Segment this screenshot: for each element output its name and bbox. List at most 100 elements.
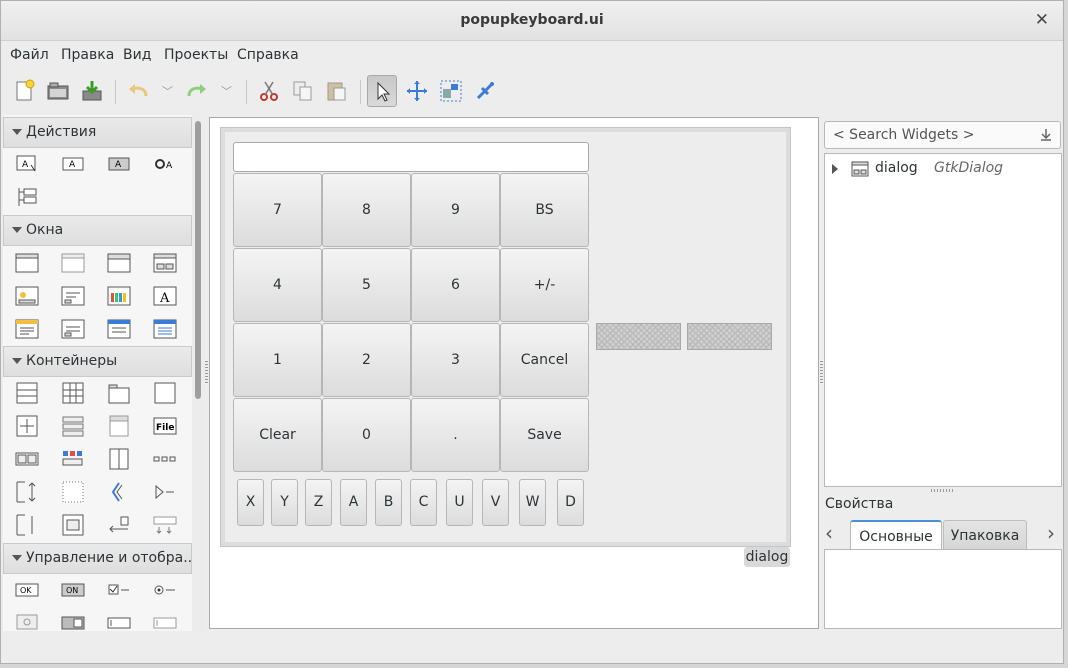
tab-packing[interactable]: Упаковка: [943, 520, 1027, 550]
switch-icon[interactable]: [61, 612, 85, 631]
letter-key-a[interactable]: A: [340, 479, 367, 526]
pin-icon[interactable]: [470, 75, 500, 107]
letter-key-u[interactable]: U: [446, 479, 473, 526]
key-6[interactable]: 6: [411, 248, 500, 322]
box-icon[interactable]: [15, 382, 39, 404]
key-8[interactable]: 8: [322, 173, 411, 247]
key-4[interactable]: 4: [233, 248, 322, 322]
message-dialog-icon[interactable]: [15, 285, 39, 307]
key-backspace[interactable]: BS: [500, 173, 589, 247]
notebook-icon[interactable]: [107, 382, 131, 404]
offscreen-window-icon[interactable]: [61, 252, 85, 274]
menu-view[interactable]: Вид: [123, 47, 151, 63]
expander-widget-icon[interactable]: [153, 448, 177, 470]
pointer-icon[interactable]: [367, 75, 397, 107]
undo-dropdown-icon[interactable]: ﹀: [162, 83, 173, 99]
menu-file[interactable]: Файл: [10, 47, 49, 63]
menu-help[interactable]: Справка: [237, 47, 299, 63]
redo-dropdown-icon[interactable]: ﹀: [221, 83, 232, 99]
assistant-icon[interactable]: [107, 318, 131, 340]
fixed-icon[interactable]: [15, 415, 39, 437]
key-0[interactable]: 0: [322, 398, 411, 472]
key-2[interactable]: 2: [322, 323, 411, 397]
palette-section-windows[interactable]: Окна: [3, 215, 192, 246]
key-7[interactable]: 7: [233, 173, 322, 247]
left-pane-grip[interactable]: [205, 361, 208, 385]
stack-icon[interactable]: [153, 514, 177, 536]
recent-chooser-dialog-icon[interactable]: [61, 318, 85, 340]
letter-key-w[interactable]: W: [519, 479, 546, 526]
letter-key-x[interactable]: X: [237, 479, 264, 526]
search-options-icon[interactable]: [1038, 127, 1054, 143]
expander-arrow-icon[interactable]: [831, 163, 839, 175]
check-button-icon[interactable]: [107, 579, 131, 601]
button-box-icon[interactable]: [61, 415, 85, 437]
tabs-next-icon[interactable]: ›: [1047, 521, 1055, 545]
key-9[interactable]: 9: [411, 173, 500, 247]
tabs-prev-icon[interactable]: ‹: [825, 521, 833, 545]
palette-section-actions[interactable]: Действия: [3, 117, 192, 148]
cut-icon[interactable]: [254, 75, 284, 107]
overlay-icon[interactable]: [107, 415, 131, 437]
button-widget-icon[interactable]: OK: [15, 579, 39, 601]
toggle-action-icon[interactable]: A: [61, 153, 85, 175]
action-icon[interactable]: A: [15, 153, 39, 175]
paste-icon[interactable]: [322, 75, 352, 107]
radio-button-icon[interactable]: [153, 579, 177, 601]
file-chooser-dialog-icon[interactable]: [15, 318, 39, 340]
event-box-icon[interactable]: [107, 481, 131, 503]
application-window-icon[interactable]: [107, 252, 131, 274]
aspect-frame-icon[interactable]: [61, 514, 85, 536]
widget-search-input[interactable]: < Search Widgets >: [824, 121, 1061, 149]
alignment-icon[interactable]: [15, 514, 39, 536]
letter-key-b[interactable]: B: [375, 479, 402, 526]
new-file-icon[interactable]: [10, 75, 40, 107]
key-save[interactable]: Save: [500, 398, 589, 472]
key-cancel[interactable]: Cancel: [500, 323, 589, 397]
letter-key-y[interactable]: Y: [271, 479, 298, 526]
empty-placeholder[interactable]: [687, 323, 772, 350]
menu-edit[interactable]: Правка: [61, 47, 114, 63]
close-icon[interactable]: ✕: [1035, 10, 1049, 30]
right-vertical-grip[interactable]: [931, 489, 955, 492]
search-entry-icon[interactable]: [153, 612, 177, 631]
color-chooser-icon[interactable]: [107, 285, 131, 307]
key-3[interactable]: 3: [411, 323, 500, 397]
window-icon[interactable]: [15, 252, 39, 274]
tree-row[interactable]: dialog GtkDialog: [825, 158, 1061, 180]
frame-icon[interactable]: [153, 382, 177, 404]
dialog-icon[interactable]: [153, 252, 177, 274]
right-pane-grip[interactable]: [820, 361, 823, 385]
open-folder-icon[interactable]: [43, 75, 73, 107]
app-chooser-dialog-icon[interactable]: [153, 318, 177, 340]
file-widget-icon[interactable]: File: [153, 415, 177, 437]
palette-section-containers[interactable]: Контейнеры: [3, 346, 192, 377]
key-5[interactable]: 5: [322, 248, 411, 322]
key-plus-minus[interactable]: +/-: [500, 248, 589, 322]
grid-icon[interactable]: [61, 382, 85, 404]
align-icon[interactable]: [436, 75, 466, 107]
letter-key-v[interactable]: V: [482, 479, 509, 526]
viewport-icon[interactable]: [61, 481, 85, 503]
letter-key-c[interactable]: C: [410, 479, 437, 526]
action-group-icon[interactable]: [15, 186, 39, 208]
key-clear[interactable]: Clear: [233, 398, 322, 472]
font-chooser-icon[interactable]: A: [153, 285, 177, 307]
key-dot[interactable]: .: [411, 398, 500, 472]
palette-section-controls[interactable]: Управление и отобра...: [3, 543, 192, 574]
image-widget-icon[interactable]: [15, 612, 39, 631]
key-1[interactable]: 1: [233, 323, 322, 397]
drag-resize-icon[interactable]: [402, 75, 432, 107]
empty-placeholder[interactable]: [596, 323, 681, 350]
toolbar-widget-icon[interactable]: [61, 448, 85, 470]
keyboard-entry[interactable]: [233, 142, 589, 172]
menu-projects[interactable]: Проекты: [164, 47, 228, 63]
radio-action-icon[interactable]: A: [107, 153, 131, 175]
recent-action-icon[interactable]: A: [153, 153, 177, 175]
revealer-icon[interactable]: [153, 481, 177, 503]
palette-scrollbar-thumb[interactable]: [195, 121, 201, 399]
toggle-button-icon[interactable]: ON: [61, 579, 85, 601]
letter-key-z[interactable]: Z: [305, 479, 332, 526]
switcher-icon[interactable]: [15, 448, 39, 470]
tab-general[interactable]: Основные: [850, 520, 942, 550]
